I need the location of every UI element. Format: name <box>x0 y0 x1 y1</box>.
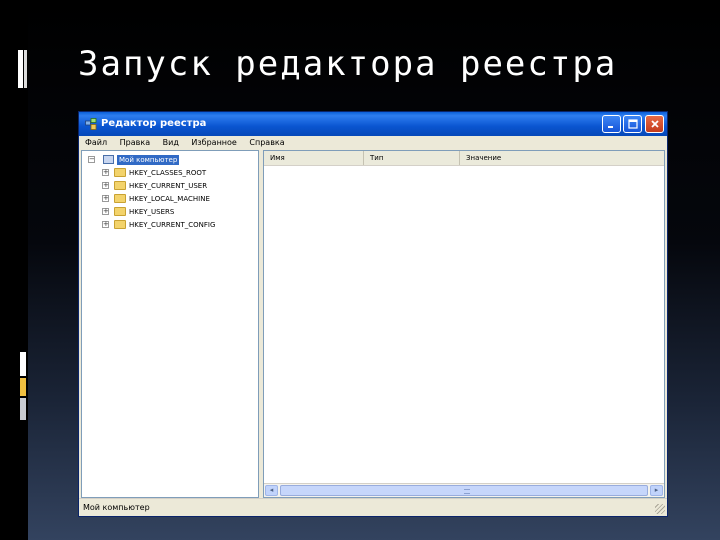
column-header-type[interactable]: Тип <box>364 151 460 165</box>
resize-grip-icon[interactable] <box>655 504 665 514</box>
computer-icon <box>103 155 114 164</box>
expand-toggle[interactable]: + <box>102 208 109 215</box>
grip-icon <box>464 489 470 494</box>
menu-file[interactable]: Файл <box>85 136 107 150</box>
registry-editor-window: Редактор реестра Файл Правка Вид Избранн… <box>78 111 668 517</box>
window-title: Редактор реестра <box>101 118 207 129</box>
tree-item-hkey-local-machine[interactable]: + HKEY_LOCAL_MACHINE <box>82 193 258 205</box>
tree-key-label: HKEY_LOCAL_MACHINE <box>129 195 210 203</box>
horizontal-scrollbar[interactable]: ◂ ▸ <box>264 483 664 497</box>
folder-icon <box>114 168 126 177</box>
column-header-value[interactable]: Значение <box>460 151 664 165</box>
expand-toggle[interactable]: + <box>102 221 109 228</box>
tree-key-label: HKEY_USERS <box>129 208 175 216</box>
list-header: Имя Тип Значение <box>264 151 664 166</box>
tree-key-label: HKEY_CURRENT_CONFIG <box>129 221 216 229</box>
editor-body: − Мой компьютер + HKEY_CLASSES_ROOT + HK… <box>81 150 665 498</box>
window-titlebar[interactable]: Редактор реестра <box>79 112 667 136</box>
registry-tree: − Мой компьютер + HKEY_CLASSES_ROOT + HK… <box>81 150 259 498</box>
tree-key-label: HKEY_CURRENT_USER <box>129 182 208 190</box>
slide-accent-gray <box>20 398 26 420</box>
slide-accent-bar <box>18 50 23 88</box>
menu-view[interactable]: Вид <box>163 136 179 150</box>
values-list: Имя Тип Значение ◂ ▸ <box>263 150 665 498</box>
registry-app-icon <box>84 117 98 131</box>
expand-toggle[interactable]: + <box>102 182 109 189</box>
minimize-icon <box>608 125 613 128</box>
folder-icon <box>114 207 126 216</box>
tree-item-my-computer[interactable]: − Мой компьютер <box>82 154 258 166</box>
maximize-icon <box>627 119 638 129</box>
status-bar: Мой компьютер <box>79 498 667 516</box>
tree-item-hkey-current-user[interactable]: + HKEY_CURRENT_USER <box>82 180 258 192</box>
slide-accent-yellow <box>20 378 26 396</box>
folder-icon <box>114 220 126 229</box>
menu-favorites[interactable]: Избранное <box>191 136 236 150</box>
close-button[interactable] <box>645 115 664 133</box>
folder-icon <box>114 194 126 203</box>
expand-toggle[interactable]: + <box>102 195 109 202</box>
tree-key-label: HKEY_CLASSES_ROOT <box>129 169 207 177</box>
maximize-button[interactable] <box>623 115 642 133</box>
tree-root-label: Мой компьютер <box>117 155 180 165</box>
menu-edit[interactable]: Правка <box>120 136 150 150</box>
scroll-left-button[interactable]: ◂ <box>265 485 278 496</box>
scroll-thumb[interactable] <box>280 485 648 496</box>
close-icon <box>650 120 659 128</box>
scroll-right-button[interactable]: ▸ <box>650 485 663 496</box>
menu-bar: Файл Правка Вид Избранное Справка <box>79 136 667 150</box>
minimize-button[interactable] <box>602 115 621 133</box>
tree-item-hkey-current-config[interactable]: + HKEY_CURRENT_CONFIG <box>82 219 258 231</box>
folder-icon <box>114 181 126 190</box>
menu-help[interactable]: Справка <box>249 136 284 150</box>
tree-item-hkey-classes-root[interactable]: + HKEY_CLASSES_ROOT <box>82 167 258 179</box>
column-header-name[interactable]: Имя <box>264 151 364 165</box>
slide-accent-bar-shadow <box>24 50 27 88</box>
slide-accent-white <box>20 352 26 376</box>
collapse-toggle[interactable]: − <box>88 156 95 163</box>
tree-item-hkey-users[interactable]: + HKEY_USERS <box>82 206 258 218</box>
status-text: Мой компьютер <box>83 503 150 512</box>
slide-title: Запуск редактора реестра <box>78 44 618 84</box>
expand-toggle[interactable]: + <box>102 169 109 176</box>
